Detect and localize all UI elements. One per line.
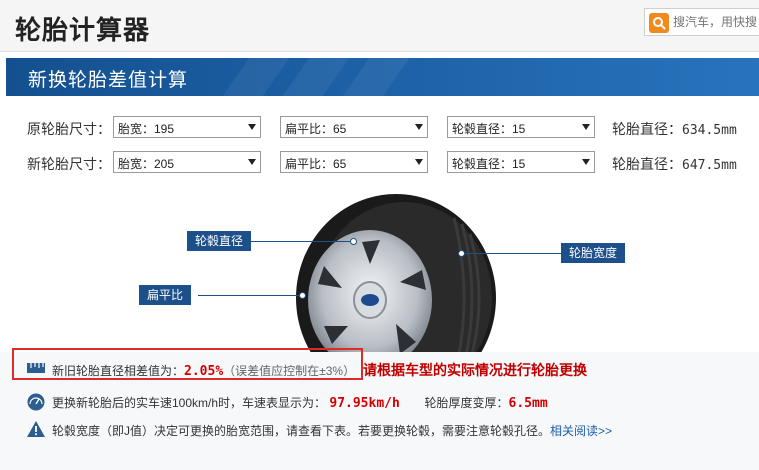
rim-diameter-marker xyxy=(350,238,357,245)
thickness-label: 轮胎厚度变厚： xyxy=(424,396,509,410)
new-aspect-select[interactable]: 扁平比：65 xyxy=(280,151,428,173)
chevron-down-icon xyxy=(582,124,590,130)
chevron-down-icon xyxy=(582,159,590,165)
original-tire-label: 原轮胎尺寸： xyxy=(27,121,111,137)
tire-width-callout: 轮胎宽度 xyxy=(561,243,626,263)
section-title: 新换轮胎差值计算 xyxy=(28,70,189,91)
speed-value: 97.95km/h xyxy=(329,396,400,411)
tire-width-marker xyxy=(458,250,465,257)
original-rim-select[interactable]: 轮毂直径：15 xyxy=(447,116,595,138)
search-box[interactable] xyxy=(644,8,759,36)
search-icon[interactable] xyxy=(649,13,669,33)
search-input[interactable] xyxy=(673,12,759,32)
chevron-down-icon xyxy=(248,124,256,130)
tire-illustration xyxy=(296,194,496,364)
new-tire-label: 新轮胎尺寸： xyxy=(27,156,111,172)
highlight-box xyxy=(12,348,363,380)
aspect-ratio-callout: 扁平比 xyxy=(139,285,192,305)
chevron-down-icon xyxy=(415,159,423,165)
section-banner: 新换轮胎差值计算 xyxy=(6,58,759,96)
chevron-down-icon xyxy=(248,159,256,165)
original-width-select[interactable]: 胎宽：195 xyxy=(113,116,261,138)
page-title: 轮胎计算器 xyxy=(15,15,151,45)
speed-label: 更换新轮胎后的实车速100km/h时，车速表显示为： xyxy=(52,396,327,410)
speedometer-icon xyxy=(27,393,45,411)
related-reading-link[interactable]: 相关阅读>> xyxy=(550,424,612,438)
replacement-warning: 请根据车型的实际情况进行轮胎更换 xyxy=(363,362,587,378)
chevron-down-icon xyxy=(415,124,423,130)
new-rim-select[interactable]: 轮毂直径：15 xyxy=(447,151,595,173)
original-diameter-result: 轮胎直径：634.5mm xyxy=(612,121,737,138)
warning-icon xyxy=(27,421,45,437)
top-header: 轮胎计算器 xyxy=(0,0,759,52)
thickness-value: 6.5mm xyxy=(508,396,548,411)
tip-text: 轮毂宽度（即J值）决定可更换的胎宽范围，请查看下表。若要更换轮毂，需要注意轮毂孔… xyxy=(52,424,551,438)
original-aspect-select[interactable]: 扁平比：65 xyxy=(280,116,428,138)
new-width-select[interactable]: 胎宽：205 xyxy=(113,151,261,173)
new-diameter-result: 轮胎直径：647.5mm xyxy=(612,156,737,173)
aspect-ratio-marker xyxy=(299,292,306,299)
rim-diameter-callout: 轮毂直径 xyxy=(187,231,252,251)
